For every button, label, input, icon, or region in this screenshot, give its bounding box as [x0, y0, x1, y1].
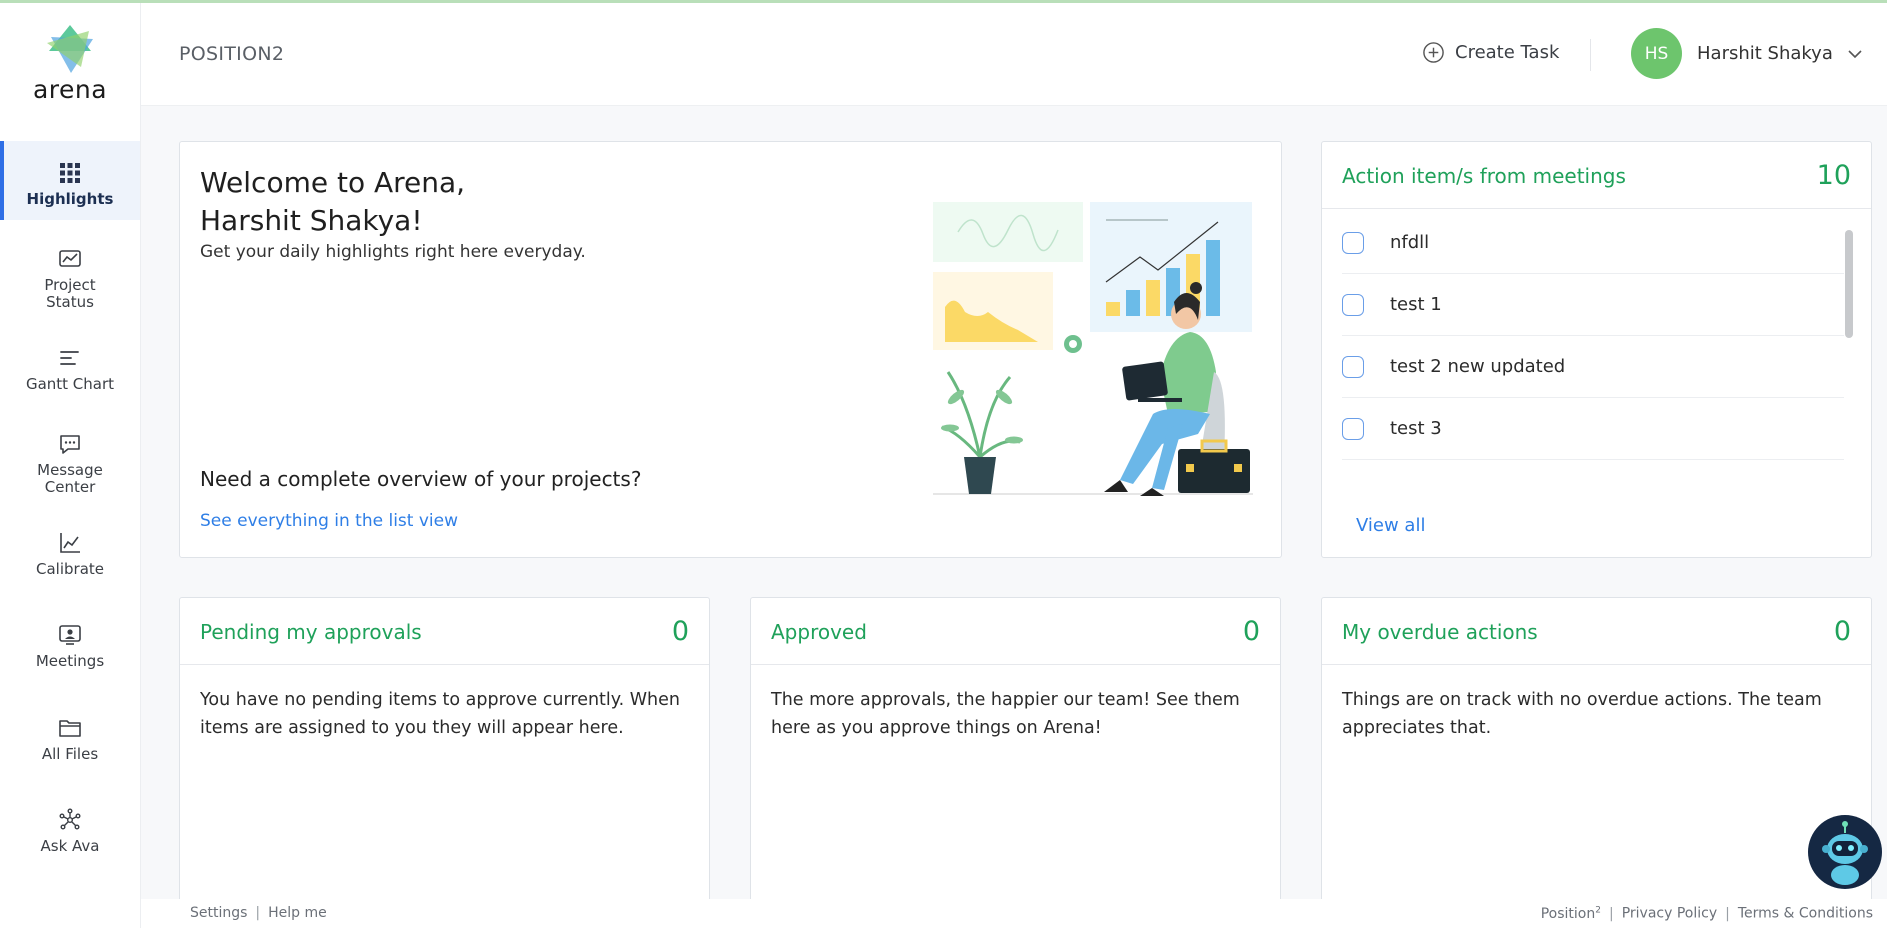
card-body-text: The more approvals, the happier our team… — [771, 690, 1240, 738]
card-body-text: Things are on track with no overdue acti… — [1342, 690, 1822, 738]
chevron-down-icon — [1848, 49, 1862, 58]
grid-icon — [60, 163, 80, 183]
header-divider — [1590, 39, 1591, 71]
action-item-label: test 3 — [1390, 418, 1442, 439]
create-task-label: Create Task — [1455, 42, 1560, 63]
action-item-label: test 1 — [1390, 294, 1442, 315]
pending-count: 0 — [671, 616, 689, 647]
approved-count: 0 — [1242, 616, 1260, 647]
footer: Settings | Help me Position2 | Privacy Polic… — [141, 899, 1887, 928]
list-item[interactable]: nfdll — [1342, 212, 1844, 274]
card-header: Pending my approvals 0 — [180, 598, 709, 665]
action-items-count: 10 — [1816, 160, 1851, 191]
brand-superscript: 2 — [1595, 905, 1601, 915]
welcome-card: Welcome to Arena, Harshit Shakya! Get yo… — [179, 141, 1282, 558]
gantt-icon — [60, 351, 79, 365]
sidebar-item-meetings[interactable]: Meetings — [0, 623, 140, 670]
card-header: My overdue actions 0 — [1322, 598, 1871, 665]
list-view-link[interactable]: See everything in the list view — [200, 511, 458, 531]
terms-link[interactable]: Terms & Conditions — [1738, 906, 1873, 922]
action-item-label: test 2 new updated — [1390, 356, 1566, 377]
separator: | — [1725, 905, 1730, 922]
sidebar-item-message-center[interactable]: Message Center — [0, 432, 140, 496]
sidebar-item-highlights[interactable]: Highlights — [0, 141, 140, 220]
welcome-line-1: Welcome to Arena, — [200, 166, 466, 199]
plus-circle-icon — [1423, 42, 1444, 63]
pending-approvals-card: Pending my approvals 0 You have no pendi… — [179, 597, 710, 907]
workspace-illustration — [933, 202, 1253, 496]
privacy-policy-link[interactable]: Privacy Policy — [1622, 906, 1717, 922]
overdue-count: 0 — [1833, 616, 1851, 647]
folder-icon — [59, 720, 81, 737]
checkbox[interactable] — [1342, 293, 1364, 316]
welcome-heading: Welcome to Arena, Harshit Shakya! — [200, 164, 465, 240]
sidebar-item-project-status[interactable]: Project Status — [0, 247, 140, 311]
network-icon — [59, 808, 81, 830]
sidebar-item-label: Ask Ava — [40, 837, 100, 855]
ava-chatbot-button[interactable] — [1808, 815, 1882, 889]
checkbox[interactable] — [1342, 231, 1364, 254]
overdue-actions-card: My overdue actions 0 Things are on track… — [1321, 597, 1872, 907]
footer-left: Settings | Help me — [190, 905, 327, 921]
checkbox[interactable] — [1342, 355, 1364, 378]
list-item[interactable]: test 3 — [1342, 398, 1844, 460]
list-item[interactable]: test 2 new updated — [1342, 336, 1844, 398]
user-menu[interactable]: HS Harshit Shakya — [1631, 28, 1863, 79]
approved-card: Approved 0 The more approvals, the happi… — [750, 597, 1281, 907]
list-item[interactable]: test 1 — [1342, 274, 1844, 336]
card-title: Pending my approvals — [200, 620, 422, 644]
card-title: Approved — [771, 620, 867, 644]
brand-text: Position — [1540, 905, 1596, 922]
scrollbar[interactable] — [1845, 230, 1853, 338]
logo-text: arena — [32, 75, 108, 104]
sidebar-item-label: Meetings — [35, 652, 105, 670]
user-name: Harshit Shakya — [1697, 43, 1833, 64]
welcome-line-2: Harshit Shakya! — [200, 204, 423, 237]
sidebar: arena Highlights Project Status Gantt Cha… — [0, 3, 141, 928]
message-icon — [60, 435, 80, 454]
chart-board-icon — [59, 250, 81, 267]
settings-link[interactable]: Settings — [190, 905, 247, 921]
page-title: POSITION2 — [179, 43, 285, 65]
sidebar-item-label: Calibrate — [36, 560, 104, 578]
card-header: Approved 0 — [751, 598, 1280, 665]
arena-logo-icon — [47, 25, 93, 73]
avatar: HS — [1631, 28, 1682, 79]
view-all-link[interactable]: View all — [1356, 515, 1425, 536]
sidebar-item-all-files[interactable]: All Files — [0, 716, 140, 763]
sidebar-item-calibrate[interactable]: Calibrate — [0, 531, 140, 578]
create-task-button[interactable]: Create Task — [1422, 41, 1559, 64]
card-header: Action item/s from meetings 10 — [1322, 142, 1871, 209]
help-link[interactable]: Help me — [268, 905, 327, 921]
app-logo[interactable]: arena — [28, 23, 112, 107]
action-item-label: nfdll — [1390, 232, 1430, 253]
checkbox[interactable] — [1342, 417, 1364, 440]
footer-right: Position2 | Privacy Policy | Terms & Conditi… — [1541, 905, 1873, 922]
sidebar-item-label: Highlights — [26, 190, 114, 208]
card-title: Action item/s from meetings — [1342, 164, 1626, 188]
welcome-subtitle: Get your daily highlights right here eve… — [200, 242, 586, 262]
sidebar-item-label: Message Center — [37, 461, 103, 496]
robot-icon — [1822, 821, 1868, 885]
line-chart-icon — [60, 533, 80, 553]
sidebar-item-gantt-chart[interactable]: Gantt Chart — [0, 346, 140, 393]
sidebar-item-label: All Files — [41, 745, 99, 763]
card-body-text: You have no pending items to approve cur… — [200, 690, 681, 738]
meeting-icon — [59, 625, 81, 645]
top-header: POSITION2 Create Task HS Harshit Shakya — [141, 3, 1887, 106]
separator: | — [1608, 905, 1614, 922]
sidebar-item-ask-ava[interactable]: Ask Ava — [0, 808, 140, 855]
sidebar-item-label: Gantt Chart — [25, 375, 115, 393]
sidebar-item-label: Project Status — [44, 276, 96, 311]
overview-question: Need a complete overview of your project… — [200, 467, 642, 491]
card-title: My overdue actions — [1342, 620, 1538, 644]
position2-link[interactable]: Position2 — [1540, 905, 1601, 922]
action-items-card: Action item/s from meetings 10 nfdll tes… — [1321, 141, 1872, 558]
separator: | — [255, 905, 261, 921]
